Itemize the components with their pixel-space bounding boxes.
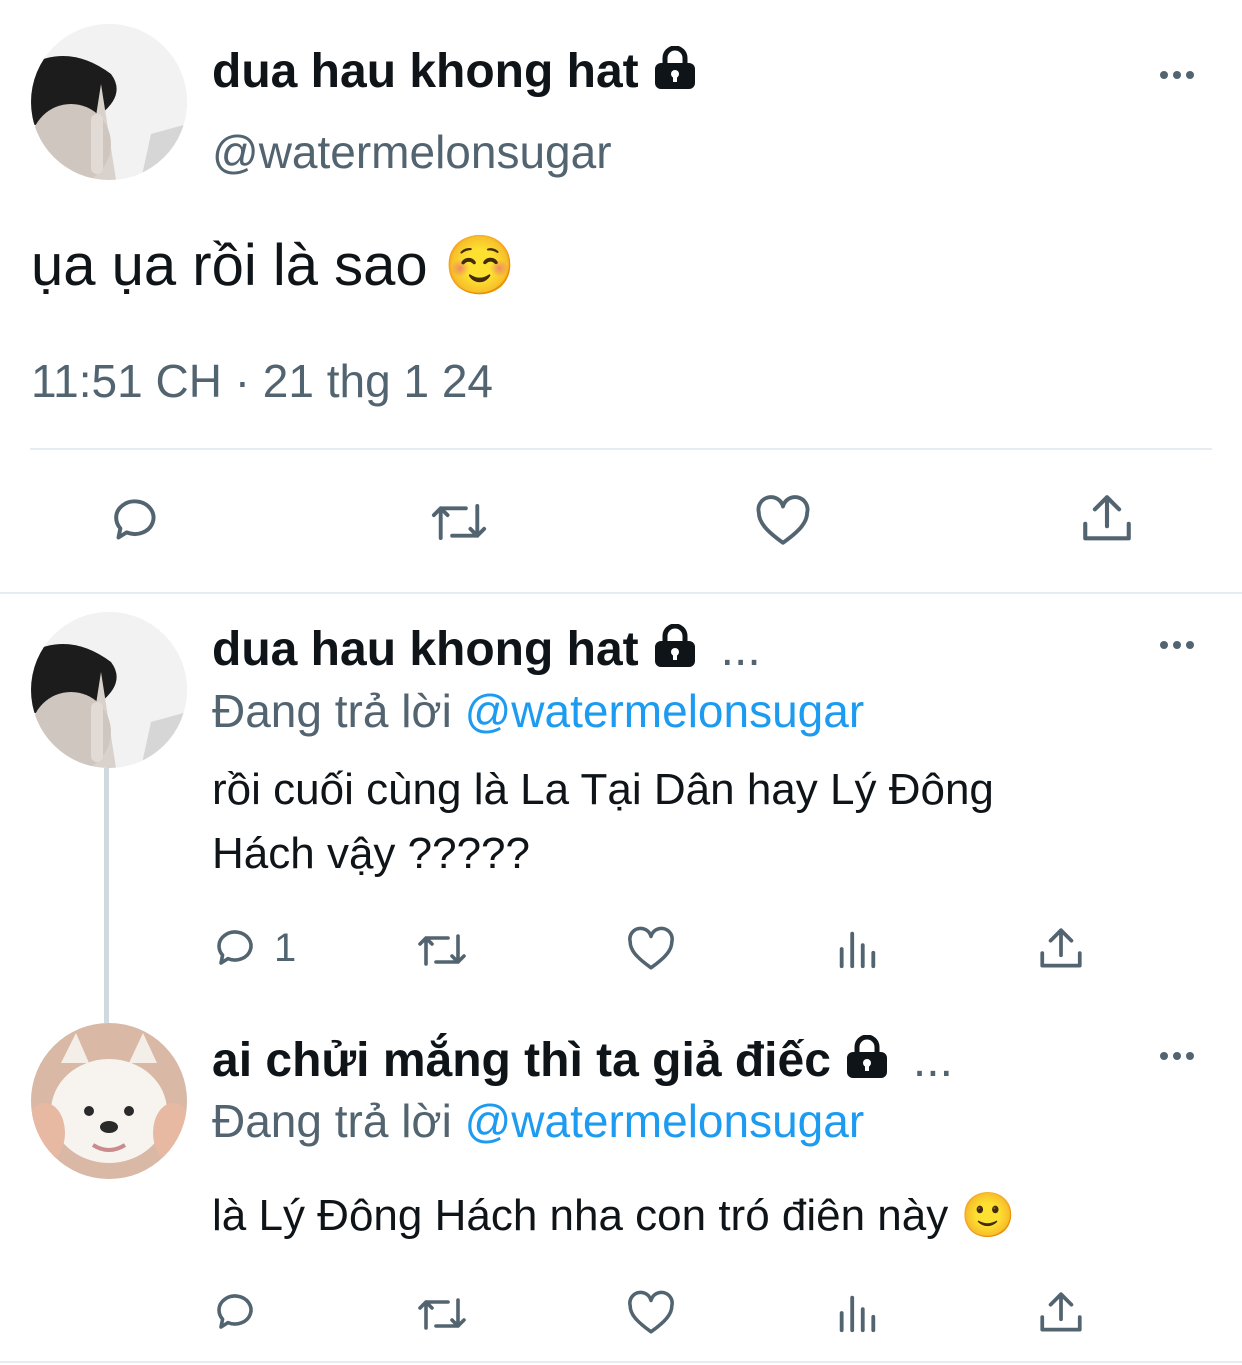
views-icon[interactable]: [834, 926, 880, 972]
reply-count: 1: [274, 925, 297, 970]
divider: [0, 592, 1242, 594]
replying-prefix: Đang trả lời: [212, 685, 452, 737]
more-options-button[interactable]: [1160, 71, 1194, 79]
share-icon[interactable]: [1036, 1288, 1086, 1338]
avatar-photo: [31, 24, 187, 180]
replying-to: Đang trả lời @watermelonsugar: [212, 684, 864, 738]
tweet-timestamp[interactable]: 11:51 CH · 21 thg 1 24: [31, 354, 493, 408]
reply-avatar[interactable]: [31, 612, 187, 768]
retweet-icon[interactable]: [427, 494, 491, 550]
lock-icon: [843, 1034, 891, 1091]
reply-author-row: ai chửi mắng thì ta giả điếc...: [212, 1033, 953, 1091]
tweet-text: ụa ụa rồi là sao ☺️: [31, 233, 516, 298]
replying-prefix: Đang trả lời: [212, 1095, 452, 1147]
replying-handle-link[interactable]: @watermelonsugar: [465, 1095, 865, 1147]
lock-icon: [651, 623, 699, 680]
truncation-ellipsis: ...: [912, 1034, 953, 1087]
reply-author-name[interactable]: ai chửi mắng thì ta giả điếc: [212, 1034, 831, 1087]
author-handle[interactable]: @watermelonsugar: [212, 125, 612, 179]
like-icon[interactable]: [626, 926, 676, 972]
truncation-ellipsis: ...: [720, 623, 761, 676]
reply-icon[interactable]: [108, 492, 164, 548]
retweet-icon[interactable]: [414, 1290, 470, 1338]
replying-to: Đang trả lời @watermelonsugar: [212, 1094, 864, 1148]
like-icon[interactable]: [626, 1290, 676, 1336]
share-icon[interactable]: [1036, 924, 1086, 974]
reply-text-line: Hách vậy ?????: [212, 829, 530, 878]
reply-button[interactable]: 1: [212, 924, 296, 972]
author-name[interactable]: dua hau khong hat: [212, 45, 639, 98]
author-avatar[interactable]: [31, 24, 187, 180]
replying-handle-link[interactable]: @watermelonsugar: [465, 685, 865, 737]
thread-line: [104, 768, 109, 1023]
reply-icon[interactable]: [212, 1288, 260, 1336]
reply-author-row: dua hau khong hat...: [212, 622, 761, 680]
reply-text: là Lý Đông Hách nha con tró điên này 🙂: [212, 1191, 1016, 1240]
reply-text-line: rồi cuối cùng là La Tại Dân hay Lý Đông: [212, 765, 994, 814]
views-icon[interactable]: [834, 1290, 880, 1336]
avatar-photo: [31, 612, 187, 768]
reply-author-name[interactable]: dua hau khong hat: [212, 623, 639, 676]
reply-avatar[interactable]: [31, 1023, 187, 1179]
avatar-photo: [31, 1023, 187, 1179]
author-name-row: dua hau khong hat: [212, 44, 699, 102]
reply-text: rồi cuối cùng là La Tại Dân hay Lý Đông …: [212, 758, 1212, 886]
reply-icon: [212, 924, 260, 972]
retweet-icon[interactable]: [414, 926, 470, 974]
lock-icon: [651, 45, 699, 102]
more-options-button[interactable]: [1160, 641, 1194, 649]
divider: [0, 1361, 1242, 1363]
more-options-button[interactable]: [1160, 1052, 1194, 1060]
divider: [30, 448, 1212, 450]
like-icon[interactable]: [754, 494, 812, 548]
share-icon[interactable]: [1078, 490, 1136, 548]
